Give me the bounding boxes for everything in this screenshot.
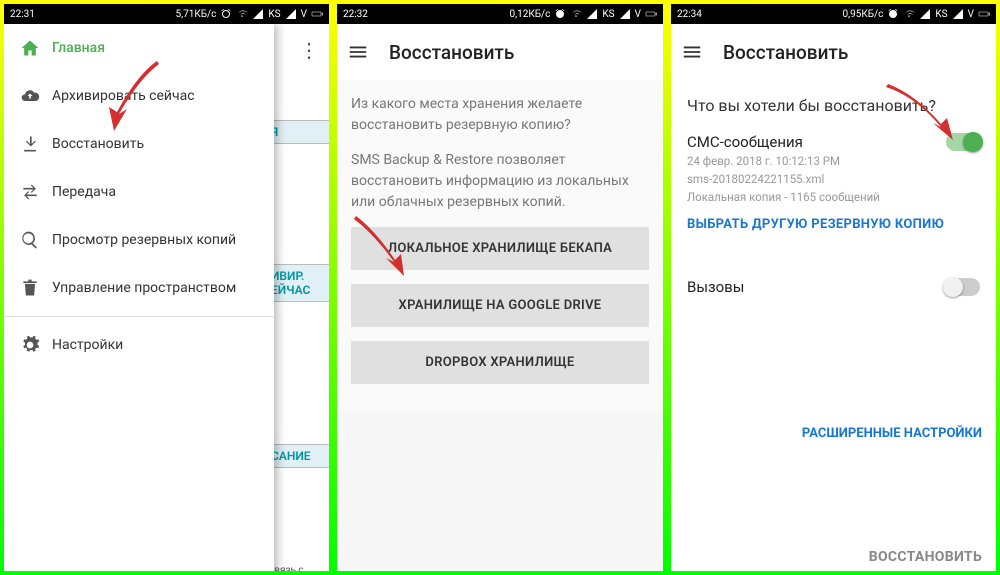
calls-row: Вызовы: [687, 260, 980, 296]
gear-icon: [20, 335, 52, 355]
status-speed: 5,71КБ/с: [175, 9, 216, 20]
home-icon: [20, 38, 52, 58]
hamburger-icon[interactable]: [347, 41, 369, 63]
transfer-icon: [20, 182, 52, 202]
app-bar: Восстановить: [337, 24, 663, 80]
sms-backup-block: СМС-сообщения 24 февр. 2018 г. 10:12:13 …: [687, 133, 980, 232]
bottom-actions: ВОССТАНОВИТЬ: [685, 546, 982, 565]
bg-text: ИВИР. ЕЙЧАС: [269, 264, 329, 302]
question-text: Что вы хотели бы восстановить?: [687, 96, 980, 115]
nav-label: Архивировать сейчас: [52, 88, 195, 104]
restore-button[interactable]: ВОССТАНОВИТЬ: [869, 549, 982, 565]
nav-item-view[interactable]: Просмотр резервных копий: [4, 216, 274, 264]
panel-body: Что вы хотели бы восстановить? СМС-сообщ…: [671, 80, 996, 571]
status-speed: 0,95КБ/с: [842, 9, 883, 20]
advanced-settings-link[interactable]: РАСШИРЕННЫЕ НАСТРОЙКИ: [802, 426, 982, 441]
status-time: 22:31: [10, 9, 35, 20]
google-drive-button[interactable]: ХРАНИЛИЩЕ НА GOOGLE DRIVE: [351, 284, 649, 327]
nav-label: Управление пространством: [52, 280, 236, 296]
status-v: V: [635, 9, 641, 20]
sms-title: СМС-сообщения: [687, 133, 980, 151]
alarm-icon: [887, 8, 899, 20]
signal-icon: [586, 8, 598, 20]
nav-item-home[interactable]: Главная: [4, 24, 274, 72]
search-icon: [20, 230, 52, 250]
hamburger-icon[interactable]: [681, 41, 703, 63]
bg-text: САНИЕ: [269, 444, 329, 468]
status-time: 22:34: [677, 9, 702, 20]
wifi-icon: [236, 8, 248, 20]
divider: [4, 316, 274, 317]
panel-1: 22:31 5,71КБ/с KS V ⋮ Я ИВИР. ЕЙЧАС САНИ…: [0, 0, 333, 575]
nav-item-manage[interactable]: Управление пространством: [4, 264, 274, 312]
overflow-menu-icon[interactable]: ⋮: [299, 38, 319, 62]
cloud-upload-icon: [20, 86, 52, 106]
nav-label: Настройки: [52, 337, 123, 353]
signal-icon-2: [619, 8, 631, 20]
battery-icon: [978, 8, 990, 20]
nav-label: Главная: [52, 40, 105, 56]
app-bar: Восстановить: [671, 24, 996, 80]
navigation-drawer: Главная Архивировать сейчас Восстановить…: [4, 24, 274, 575]
signal-icon: [919, 8, 931, 20]
status-bar: 22:31 5,71КБ/с KS V: [4, 4, 329, 24]
status-bar: 22:34 0,95КБ/с KS V: [671, 4, 996, 24]
status-speed: 0,12КБ/с: [509, 9, 550, 20]
calls-toggle[interactable]: [946, 278, 980, 296]
download-icon: [20, 134, 52, 154]
nav-item-settings[interactable]: Настройки: [4, 321, 274, 369]
panel-2: 22:32 0,12КБ/с KS V Восстановить Из како…: [333, 0, 667, 575]
status-time: 22:32: [343, 9, 368, 20]
battery-icon: [645, 8, 657, 20]
wifi-icon: [570, 8, 582, 20]
nav-label: Передача: [52, 184, 116, 200]
background-screen: ⋮ Я ИВИР. ЕЙЧАС САНИЕ связь с дными: [269, 24, 329, 575]
wifi-icon: [903, 8, 915, 20]
alarm-icon: [220, 8, 232, 20]
signal-icon-2: [285, 8, 297, 20]
sms-count: Локальная копия - 1165 сообщений: [687, 189, 980, 205]
sms-toggle[interactable]: [946, 133, 980, 151]
intro-text-1: Из какого места хранения желаете восстан…: [351, 94, 649, 136]
nav-item-restore[interactable]: Восстановить: [4, 120, 274, 168]
status-v: V: [968, 9, 974, 20]
nav-label: Просмотр резервных копий: [52, 232, 236, 248]
local-storage-button[interactable]: ЛОКАЛЬНОЕ ХРАНИЛИЩЕ БЕКАПА: [351, 227, 649, 270]
bg-text: Я: [269, 120, 329, 144]
nav-item-archive[interactable]: Архивировать сейчас: [4, 72, 274, 120]
calls-label: Вызовы: [687, 278, 744, 296]
sms-file: sms-20180224221155.xml: [687, 171, 980, 187]
alarm-icon: [554, 8, 566, 20]
appbar-title: Восстановить: [389, 41, 514, 64]
status-carrier: KS: [268, 9, 280, 20]
nav-label: Восстановить: [52, 136, 144, 152]
status-bar: 22:32 0,12КБ/с KS V: [337, 4, 663, 24]
status-v: V: [301, 9, 307, 20]
select-other-backup-link[interactable]: ВЫБРАТЬ ДРУГУЮ РЕЗЕРВНУЮ КОПИЮ: [687, 217, 980, 232]
trash-icon: [20, 278, 52, 298]
panel-body: Из какого места хранения желаете восстан…: [337, 80, 663, 412]
signal-icon-2: [952, 8, 964, 20]
intro-text-2: SMS Backup & Restore позволяет восстанов…: [351, 150, 649, 213]
panel-3: 22:34 0,95КБ/с KS V Восстановить Что вы …: [667, 0, 1000, 575]
bg-ad-text: связь с дными: [269, 565, 327, 575]
status-carrier: KS: [935, 9, 947, 20]
dropbox-button[interactable]: DROPBOX ХРАНИЛИЩЕ: [351, 341, 649, 384]
nav-item-transfer[interactable]: Передача: [4, 168, 274, 216]
sms-date: 24 февр. 2018 г. 10:12:13 PM: [687, 153, 980, 169]
appbar-title: Восстановить: [723, 41, 848, 64]
status-carrier: KS: [602, 9, 614, 20]
battery-icon: [311, 8, 323, 20]
signal-icon: [252, 8, 264, 20]
